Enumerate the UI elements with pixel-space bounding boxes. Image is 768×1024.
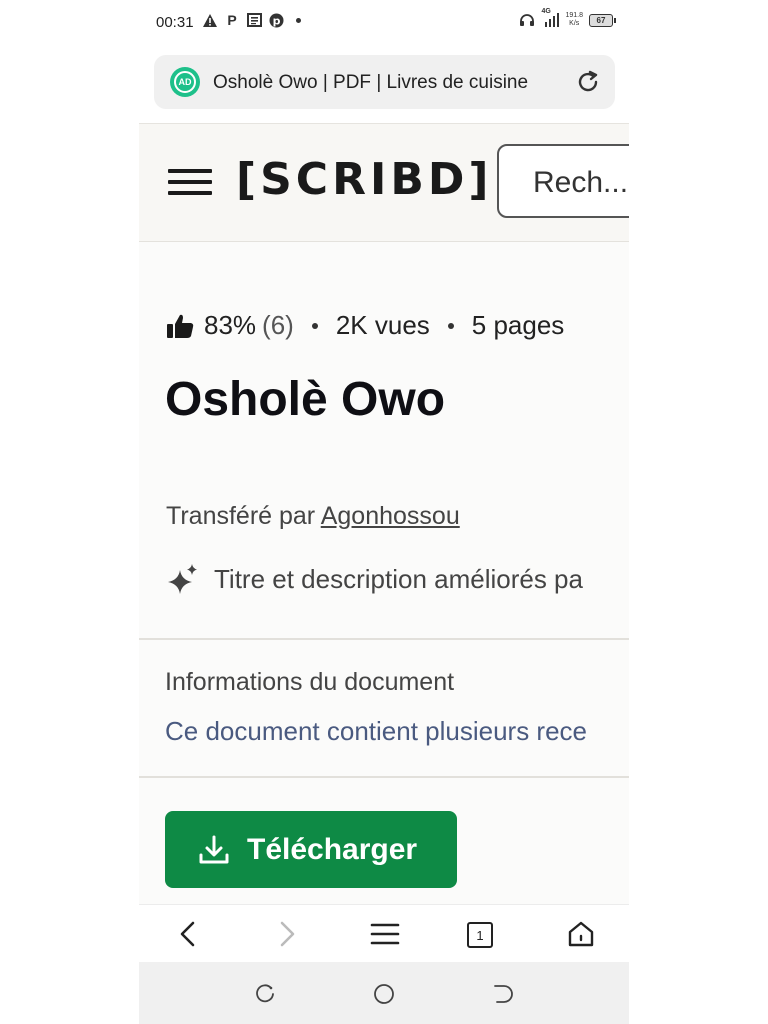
search-input[interactable]: Rech...: [497, 144, 629, 218]
url-fade: [534, 65, 574, 99]
document-description[interactable]: Ce document contient plusieurs rece: [165, 716, 587, 747]
phone-screen: 00:31 P p 4G 191.8 K/s 67 AD Osholè Owo …: [139, 0, 629, 1024]
separator-dot: [311, 322, 318, 329]
page-url-title[interactable]: Osholè Owo | PDF | Livres de cuisine: [213, 72, 565, 94]
search-placeholder: Rech...: [533, 166, 629, 199]
news-icon: [246, 12, 262, 28]
notification-icons: P p: [202, 12, 301, 28]
signal-icon: 4G: [541, 8, 560, 28]
back-icon[interactable]: [174, 919, 204, 949]
ad-badge-icon[interactable]: AD: [170, 67, 200, 97]
uploader-link[interactable]: Agonhossou: [321, 502, 460, 530]
view-count: 2K vues: [335, 310, 430, 340]
back-nav-icon[interactable]: [491, 982, 515, 1006]
download-label: Télécharger: [247, 832, 418, 866]
browser-toolbar: 1: [139, 904, 629, 963]
recents-icon[interactable]: [253, 982, 277, 1006]
forward-icon[interactable]: [271, 919, 301, 949]
thumbs-up-icon: [167, 314, 194, 338]
hamburger-menu-icon[interactable]: [168, 169, 212, 197]
divider: [139, 776, 629, 778]
rating-percent: 83%: [204, 310, 257, 340]
status-right: 4G 191.8 K/s 67: [519, 8, 616, 28]
uploaded-by: Transféré par Agonhossou: [166, 502, 460, 530]
document-stats: 83% (6) 2K vues 5 pages: [166, 310, 564, 341]
network-speed: 191.8 K/s: [565, 12, 583, 27]
status-time: 00:31: [156, 14, 194, 31]
status-bar: 00:31 P p 4G 191.8 K/s 67: [139, 0, 629, 46]
page-count: 5 pages: [471, 310, 565, 340]
menu-icon[interactable]: [370, 919, 400, 949]
divider: [139, 638, 629, 640]
separator-dot: [447, 322, 454, 329]
tabs-button[interactable]: 1: [467, 922, 493, 948]
document-info-panel: 83% (6) 2K vues 5 pages Osholè Owo Trans…: [139, 242, 629, 904]
home-nav-icon[interactable]: [372, 982, 396, 1006]
page-title: Osholè Owo: [165, 373, 446, 426]
more-notifications-dot: [296, 17, 301, 23]
rating-count: (6): [262, 310, 294, 340]
headphones-icon: [519, 12, 535, 28]
home-icon[interactable]: [566, 919, 596, 949]
document-info-heading: Informations du document: [165, 668, 455, 696]
svg-text:p: p: [272, 14, 280, 27]
scribd-logo[interactable]: [SCRIBD]: [236, 154, 493, 205]
ai-enhanced-note: Titre et description améliorés pa: [166, 562, 583, 596]
warning-icon: [202, 12, 218, 28]
system-nav-bar: [139, 962, 629, 1024]
battery-indicator: 67: [589, 13, 616, 27]
address-bar[interactable]: AD Osholè Owo | PDF | Livres de cuisine: [154, 55, 615, 109]
download-icon: [199, 835, 229, 863]
download-button[interactable]: Télécharger: [165, 811, 457, 888]
sparkle-icon: [168, 564, 197, 594]
pinterest-icon: p: [268, 12, 284, 28]
reload-icon[interactable]: [575, 69, 601, 95]
paypal-icon: P: [227, 12, 237, 28]
network-type: 4G: [541, 8, 551, 15]
site-header: [SCRIBD] Rech...: [139, 123, 629, 243]
